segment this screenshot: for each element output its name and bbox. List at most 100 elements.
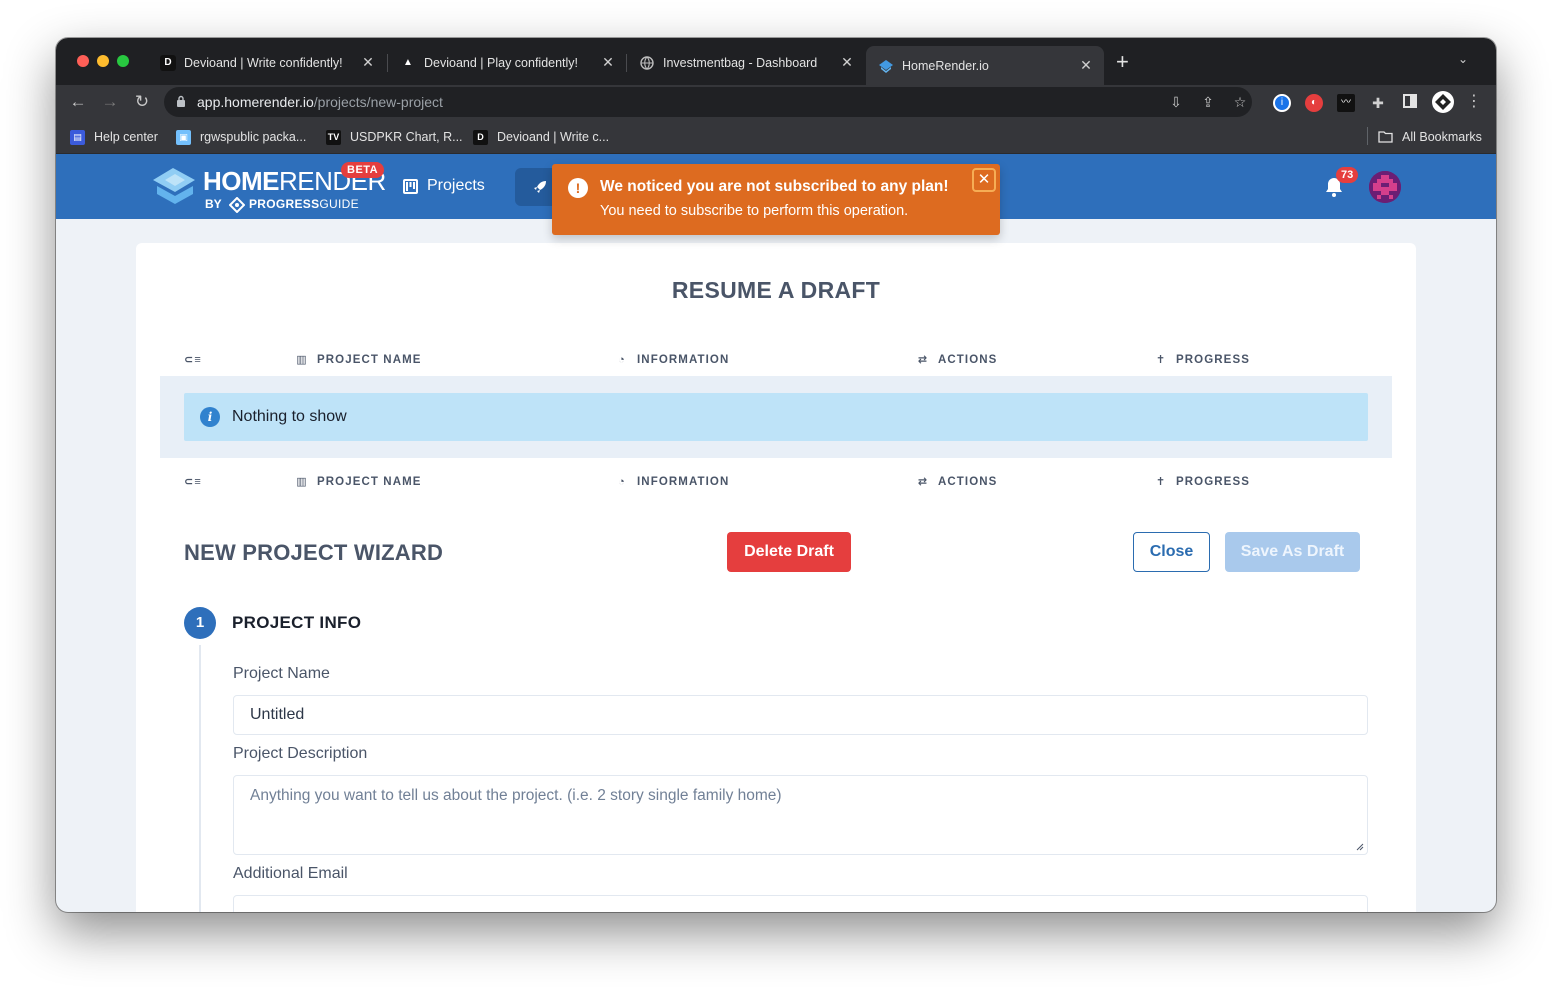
subscription-warning-toast: ! We noticed you are not subscribed to a… — [552, 164, 1000, 235]
url-text: app.homerender.io/projects/new-project — [197, 94, 443, 110]
address-bar[interactable]: app.homerender.io/projects/new-project ⇩… — [164, 87, 1252, 117]
tradingview-icon: TV — [326, 129, 341, 145]
avatar[interactable] — [1369, 171, 1401, 203]
close-window-button[interactable] — [77, 55, 89, 67]
column-label: INFORMATION — [637, 354, 730, 366]
list-toggle-icon: ⊂≡ — [184, 354, 202, 366]
lock-icon — [177, 95, 185, 107]
toast-title: We noticed you are not subscribed to any… — [600, 178, 949, 195]
browser-toolbar: ← → ↻ app.homerender.io/projects/new-pro… — [56, 85, 1496, 119]
chart-extension-icon[interactable]: 〰 — [1337, 94, 1355, 112]
side-panel-icon[interactable] — [1401, 94, 1419, 112]
wizard-title: NEW PROJECT WIZARD — [184, 540, 444, 565]
clock-icon: ◔ — [618, 476, 626, 488]
project-description-label: Project Description — [233, 745, 368, 762]
homerender-logo[interactable]: HOMERENDER BY PROGRESSGUIDE BETA — [151, 160, 386, 216]
project-description-textarea[interactable]: Anything you want to tell us about the p… — [233, 775, 1368, 855]
expand-toggle-icon[interactable]: ⊂≡ — [184, 476, 205, 488]
homerender-icon — [878, 58, 894, 74]
url-domain: app.homerender.io — [197, 94, 314, 110]
bookmark-label: rgwspublic packa... — [200, 130, 307, 144]
save-as-draft-button[interactable]: Save As Draft — [1225, 532, 1360, 572]
logo-home-text: HOME — [203, 166, 280, 196]
bookmark-star-icon[interactable]: ☆ — [1232, 94, 1248, 110]
devtools-extension-icon[interactable]: ◐ — [1305, 94, 1323, 112]
back-icon[interactable]: ← — [66, 91, 90, 113]
devioand-icon: D — [160, 54, 176, 71]
close-tab-icon[interactable]: ✕ — [358, 54, 378, 71]
tab-devioand-play[interactable]: ▲ Devioand | Play confidently! ✕ — [388, 46, 626, 79]
column-progress[interactable]: ✝ PROGRESS — [1155, 476, 1250, 488]
walking-icon: ✝ — [1155, 476, 1167, 488]
reload-icon[interactable]: ↻ — [130, 91, 154, 113]
tab-title: Devioand | Play confidently! — [424, 55, 579, 70]
nav-projects[interactable]: Projects — [403, 171, 485, 201]
bookmark-label: USDPKR Chart, R... — [350, 130, 463, 144]
column-project-name[interactable]: ▥ PROJECT NAME — [296, 476, 422, 488]
extensions-puzzle-icon[interactable]: ✚ — [1369, 94, 1387, 112]
minimize-window-button[interactable] — [97, 55, 109, 67]
list-toggle-icon: ⊂≡ — [184, 476, 202, 488]
bookmark-help-center[interactable]: ▤ Help center — [70, 128, 158, 146]
avatar-pattern-icon — [1369, 171, 1401, 203]
browser-window: D Devioand | Write confidently! ✕ ▲ Devi… — [56, 38, 1496, 912]
column-label: ACTIONS — [938, 476, 998, 488]
expand-toggle-icon[interactable]: ⊂≡ — [184, 354, 205, 366]
tab-investmentbag[interactable]: Investmentbag - Dashboard ✕ — [627, 46, 865, 79]
maximize-window-button[interactable] — [117, 55, 129, 67]
toast-close-button[interactable]: ✕ — [972, 168, 996, 192]
forward-icon[interactable]: → — [98, 91, 122, 113]
folder-icon — [1378, 130, 1393, 145]
bookmark-label: Help center — [94, 130, 158, 144]
column-label: PROJECT NAME — [317, 476, 422, 488]
column-progress[interactable]: ✝ PROGRESS — [1155, 354, 1250, 366]
bookmark-label: Devioand | Write c... — [497, 130, 610, 144]
column-project-name[interactable]: ▥ PROJECT NAME — [296, 354, 422, 366]
project-name-input[interactable]: Untitled — [233, 695, 1368, 735]
install-icon[interactable]: ⇩ — [1168, 94, 1184, 110]
column-label: PROJECT NAME — [317, 354, 422, 366]
url-path: /projects/new-project — [313, 94, 443, 110]
rocket-icon — [534, 181, 546, 193]
all-bookmarks-label: All Bookmarks — [1402, 130, 1482, 144]
share-icon[interactable]: ⇪ — [1200, 94, 1216, 110]
notification-count-badge: 73 — [1336, 167, 1359, 183]
close-tab-icon[interactable]: ✕ — [1076, 57, 1096, 74]
all-bookmarks-button[interactable]: All Bookmarks — [1378, 128, 1482, 146]
new-tab-button[interactable]: + — [1116, 51, 1129, 73]
tab-strip: D Devioand | Write confidently! ✕ ▲ Devi… — [56, 38, 1496, 85]
package-icon: ▣ — [176, 129, 191, 145]
password-manager-icon[interactable]: i — [1273, 94, 1291, 112]
close-button[interactable]: Close — [1133, 532, 1210, 572]
additional-email-input[interactable] — [233, 895, 1368, 912]
column-information[interactable]: ◔ INFORMATION — [616, 354, 729, 366]
project-name-value: Untitled — [250, 706, 305, 723]
resize-handle-icon[interactable] — [1356, 843, 1364, 851]
step-connector — [199, 645, 201, 912]
devioand-icon: D — [473, 129, 488, 145]
tab-title: Investmentbag - Dashboard — [663, 55, 818, 70]
menu-kebab-icon[interactable]: ⋮ — [1462, 91, 1486, 113]
column-information[interactable]: ◔ INFORMATION — [616, 476, 729, 488]
delete-draft-button[interactable]: Delete Draft — [727, 532, 851, 572]
tab-search-icon[interactable]: ⌄ — [1458, 52, 1468, 66]
profile-icon[interactable] — [1432, 91, 1454, 113]
bookmark-rgwspublic[interactable]: ▣ rgwspublic packa... — [176, 128, 306, 146]
swap-icon: ⇄ — [917, 476, 929, 488]
column-label: PROGRESS — [1176, 354, 1250, 366]
column-label: INFORMATION — [637, 476, 730, 488]
column-actions[interactable]: ⇄ ACTIONS — [917, 476, 997, 488]
close-tab-icon[interactable]: ✕ — [598, 54, 618, 71]
logo-progressguide: PROGRESSGUIDE — [249, 197, 359, 211]
step-number-badge: 1 — [184, 607, 216, 639]
column-actions[interactable]: ⇄ ACTIONS — [917, 354, 997, 366]
tab-title: HomeRender.io — [902, 58, 989, 73]
bookmark-usdpkr[interactable]: TV USDPKR Chart, R... — [326, 128, 463, 146]
tab-devioand-write[interactable]: D Devioand | Write confidently! ✕ — [148, 46, 386, 79]
bookmark-devioand[interactable]: D Devioand | Write c... — [473, 128, 609, 146]
tab-homerender[interactable]: HomeRender.io ✕ — [866, 46, 1104, 85]
walking-icon: ✝ — [1155, 354, 1167, 366]
logo-progress-text: PROGRESS — [249, 197, 320, 211]
close-tab-icon[interactable]: ✕ — [837, 54, 857, 71]
globe-icon — [639, 55, 655, 71]
